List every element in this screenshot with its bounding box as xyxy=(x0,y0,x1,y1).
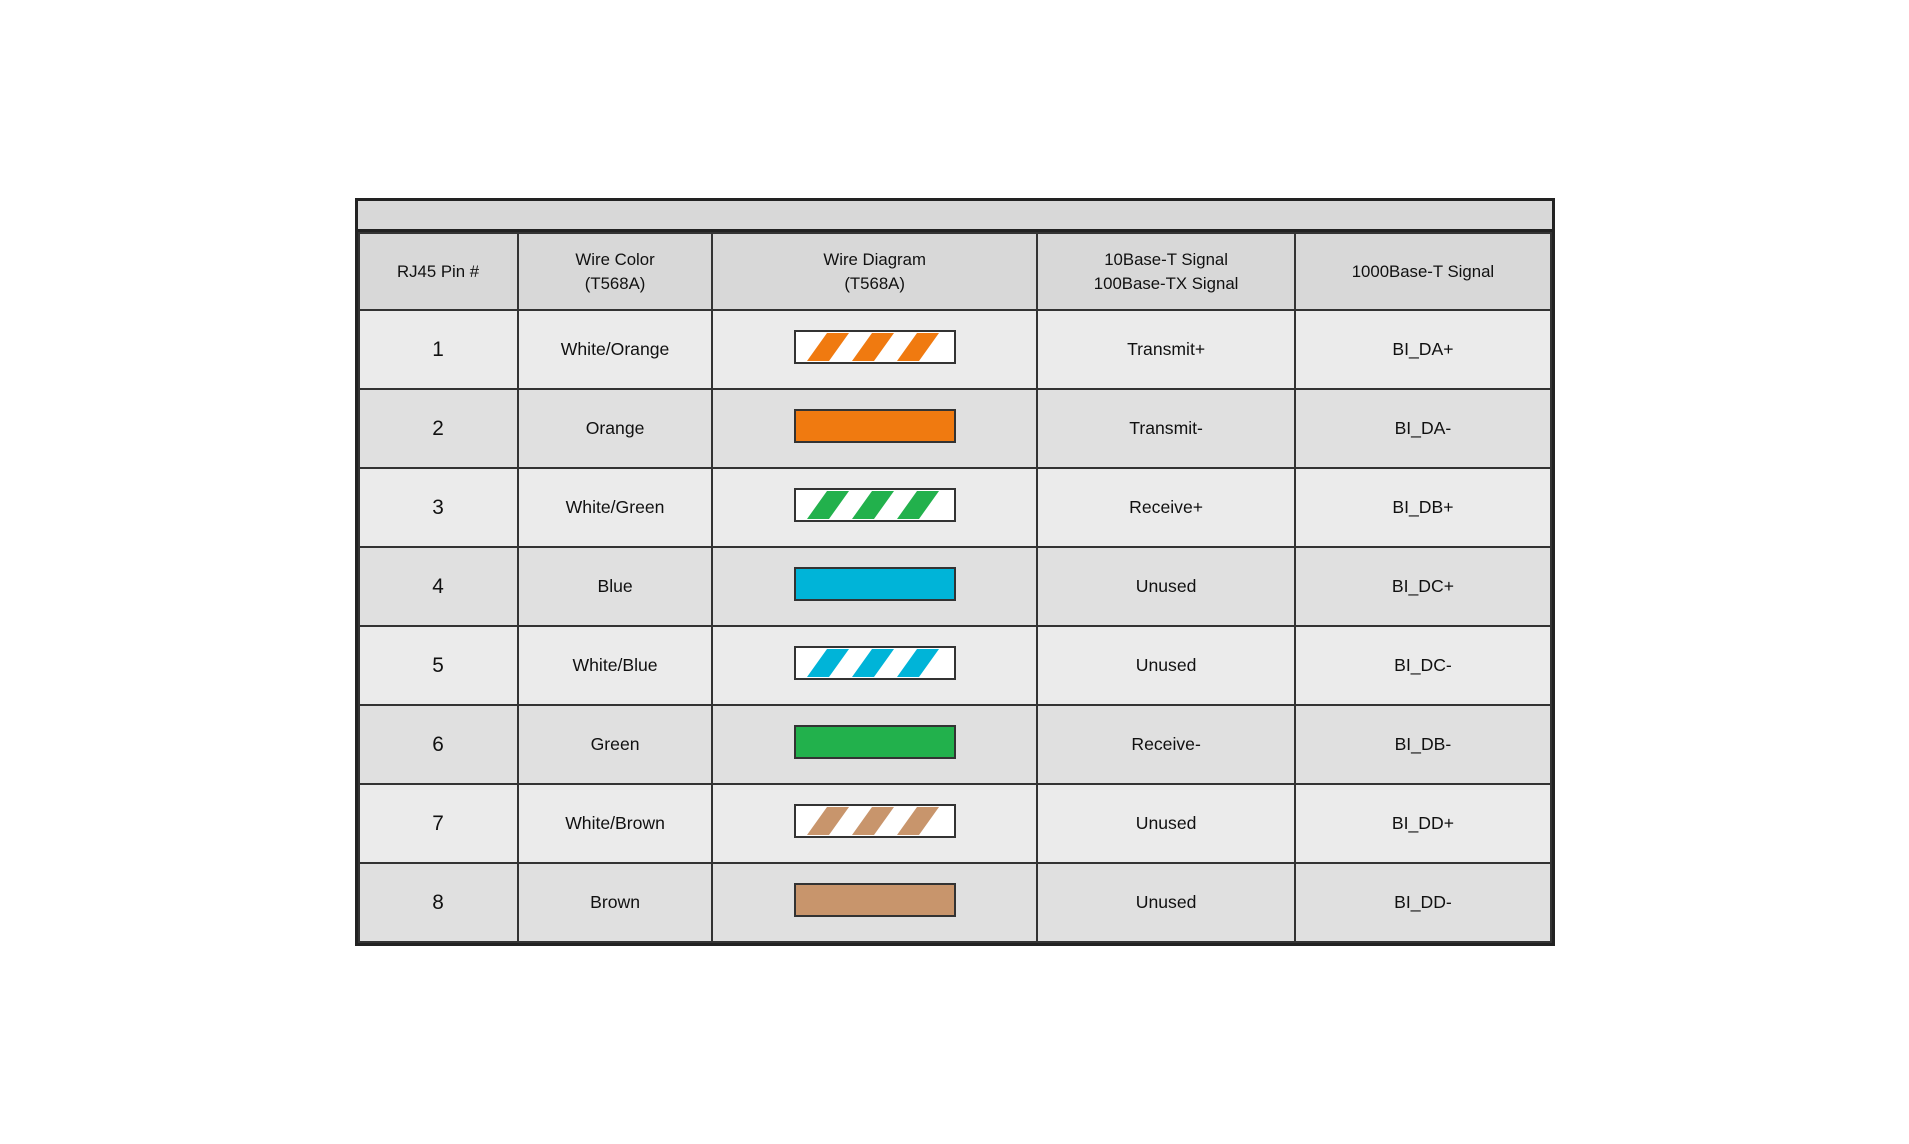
wire-diagram-svg xyxy=(790,319,960,375)
signal-10-100-cell: Receive- xyxy=(1037,705,1296,784)
signal-1000-cell: BI_DD- xyxy=(1295,863,1550,942)
pin-cell: 1 xyxy=(359,310,518,389)
signal-1000-cell: BI_DA+ xyxy=(1295,310,1550,389)
diagram-cell xyxy=(712,626,1036,705)
signal-10-100-cell: Transmit- xyxy=(1037,389,1296,468)
wire-diagram-svg xyxy=(790,398,960,454)
header-signal-1000: 1000Base-T Signal xyxy=(1295,233,1550,310)
pin-cell: 2 xyxy=(359,389,518,468)
diagram-cell xyxy=(712,784,1036,863)
diagram-title xyxy=(358,201,1552,232)
header-signal-10-100: 10Base-T Signal100Base-TX Signal xyxy=(1037,233,1296,310)
pin-cell: 6 xyxy=(359,705,518,784)
color-cell: White/Blue xyxy=(518,626,713,705)
pin-cell: 4 xyxy=(359,547,518,626)
signal-1000-cell: BI_DC+ xyxy=(1295,547,1550,626)
diagram-cell xyxy=(712,310,1036,389)
color-cell: White/Green xyxy=(518,468,713,547)
wire-diagram-svg xyxy=(790,714,960,770)
table-row: 2Orange Transmit-BI_DA- xyxy=(359,389,1551,468)
table-header-row: RJ45 Pin # Wire Color(T568A) Wire Diagra… xyxy=(359,233,1551,310)
diagram-cell xyxy=(712,863,1036,942)
wire-table: RJ45 Pin # Wire Color(T568A) Wire Diagra… xyxy=(358,232,1552,943)
table-row: 8Brown UnusedBI_DD- xyxy=(359,863,1551,942)
wire-diagram-svg xyxy=(790,793,960,849)
color-cell: Green xyxy=(518,705,713,784)
table-row: 3White/Green Receive+BI_DB+ xyxy=(359,468,1551,547)
color-cell: Blue xyxy=(518,547,713,626)
table-row: 1White/Orange Transmit+BI_DA+ xyxy=(359,310,1551,389)
wire-diagram-svg xyxy=(790,556,960,612)
wire-diagram-svg xyxy=(790,635,960,691)
color-cell: White/Orange xyxy=(518,310,713,389)
table-row: 7White/Brown UnusedBI_DD+ xyxy=(359,784,1551,863)
wire-diagram-svg xyxy=(790,477,960,533)
signal-1000-cell: BI_DB- xyxy=(1295,705,1550,784)
signal-1000-cell: BI_DB+ xyxy=(1295,468,1550,547)
table-row: 6Green Receive-BI_DB- xyxy=(359,705,1551,784)
signal-10-100-cell: Transmit+ xyxy=(1037,310,1296,389)
pin-cell: 3 xyxy=(359,468,518,547)
pin-cell: 5 xyxy=(359,626,518,705)
diagram-cell xyxy=(712,389,1036,468)
signal-1000-cell: BI_DA- xyxy=(1295,389,1550,468)
signal-10-100-cell: Unused xyxy=(1037,547,1296,626)
signal-1000-cell: BI_DD+ xyxy=(1295,784,1550,863)
wire-diagram-svg xyxy=(790,872,960,928)
pin-cell: 8 xyxy=(359,863,518,942)
table-row: 5White/Blue UnusedBI_DC- xyxy=(359,626,1551,705)
header-pin: RJ45 Pin # xyxy=(359,233,518,310)
pin-cell: 7 xyxy=(359,784,518,863)
signal-10-100-cell: Unused xyxy=(1037,784,1296,863)
diagram-cell xyxy=(712,468,1036,547)
signal-10-100-cell: Unused xyxy=(1037,863,1296,942)
diagram-cell xyxy=(712,547,1036,626)
signal-1000-cell: BI_DC- xyxy=(1295,626,1550,705)
table-row: 4Blue UnusedBI_DC+ xyxy=(359,547,1551,626)
header-color: Wire Color(T568A) xyxy=(518,233,713,310)
diagram-wrapper: RJ45 Pin # Wire Color(T568A) Wire Diagra… xyxy=(355,198,1555,946)
color-cell: Orange xyxy=(518,389,713,468)
signal-10-100-cell: Unused xyxy=(1037,626,1296,705)
color-cell: Brown xyxy=(518,863,713,942)
signal-10-100-cell: Receive+ xyxy=(1037,468,1296,547)
header-diagram: Wire Diagram(T568A) xyxy=(712,233,1036,310)
color-cell: White/Brown xyxy=(518,784,713,863)
diagram-cell xyxy=(712,705,1036,784)
